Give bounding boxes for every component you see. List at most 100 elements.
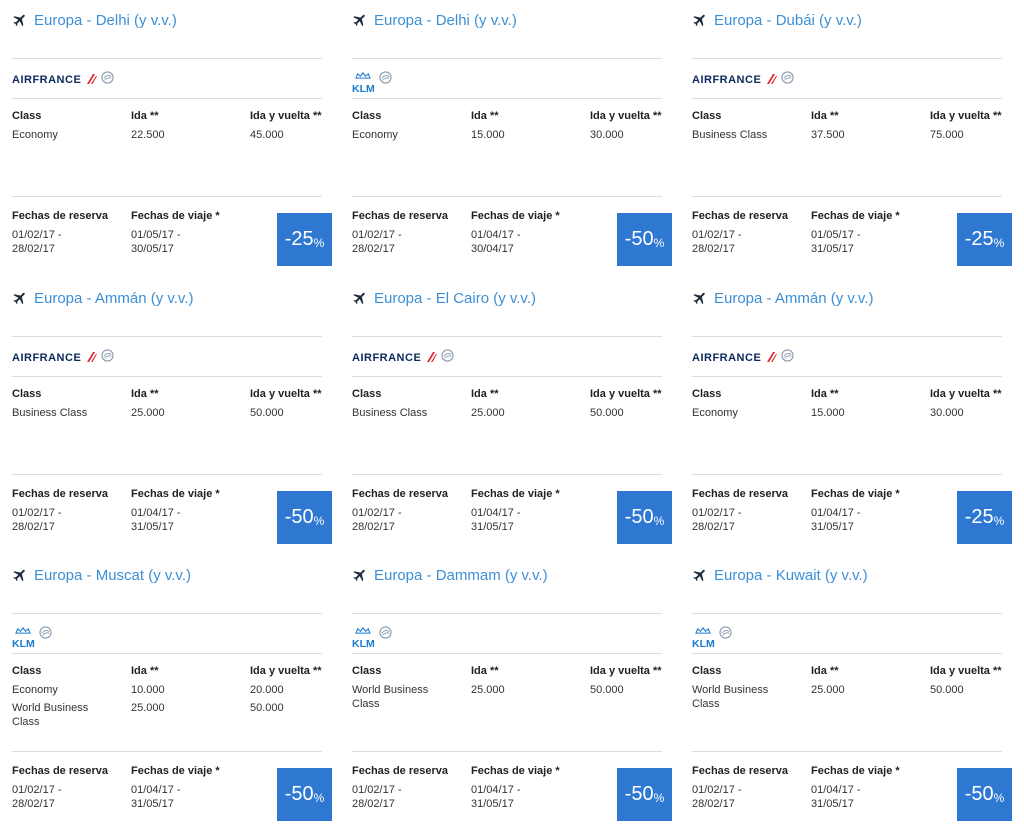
cell-ida-vuelta: 75.000 bbox=[930, 129, 964, 141]
divider bbox=[12, 474, 322, 475]
travel-date: 01/04/17 - bbox=[131, 784, 181, 796]
discount-value: -50 bbox=[284, 783, 314, 805]
travel-dates: Fechas de viaje * 01/04/17 - 31/05/17 bbox=[131, 765, 241, 811]
divider bbox=[12, 98, 322, 99]
offers-grid: Europa - Delhi (y v.v.) AIRFRANCE Class Ida… bbox=[0, 0, 1024, 830]
route-title[interactable]: Europa - Ammán (y v.v.) bbox=[714, 290, 874, 307]
divider bbox=[352, 653, 662, 654]
travel-dates-label: Fechas de viaje * bbox=[131, 210, 220, 222]
route-title[interactable]: Europa - Muscat (y v.v.) bbox=[34, 567, 191, 584]
airplane-icon bbox=[352, 12, 368, 28]
airline-name: KLM bbox=[12, 638, 35, 650]
klm-crown-icon bbox=[354, 66, 372, 84]
fare-table-header: Class Ida ** Ida y vuelta ** bbox=[680, 110, 1002, 128]
offer-card: Europa - Dubái (y v.v.) AIRFRANCE Class Ida… bbox=[680, 0, 1012, 277]
column-header-class: Class bbox=[352, 110, 382, 122]
cell-class: Economy bbox=[352, 129, 398, 141]
airfrance-stripes-icon bbox=[83, 71, 98, 89]
booking-date: 01/02/17 - bbox=[12, 229, 62, 241]
airplane-icon bbox=[352, 567, 368, 583]
route-header[interactable]: Europa - Delhi (y v.v.) bbox=[340, 0, 517, 40]
airline-logo: AIRFRANCE bbox=[692, 68, 794, 92]
route-title[interactable]: Europa - Ammán (y v.v.) bbox=[34, 290, 194, 307]
route-header[interactable]: Europa - Ammán (y v.v.) bbox=[0, 278, 194, 318]
booking-dates: Fechas de reserva 01/02/17 - 28/02/17 bbox=[692, 765, 802, 811]
route-title[interactable]: Europa - Dammam (y v.v.) bbox=[374, 567, 548, 584]
route-header[interactable]: Europa - Dammam (y v.v.) bbox=[340, 555, 548, 595]
booking-date: 01/02/17 - bbox=[352, 507, 402, 519]
discount-badge: -50% bbox=[617, 768, 672, 821]
discount-badge: -50% bbox=[277, 768, 332, 821]
divider bbox=[352, 58, 662, 59]
booking-dates: Fechas de reserva 01/02/17 - 28/02/17 bbox=[692, 210, 802, 256]
cell-ida-vuelta: 30.000 bbox=[930, 407, 964, 419]
skyteam-icon bbox=[101, 71, 114, 89]
booking-date: 28/02/17 bbox=[352, 243, 395, 255]
route-title[interactable]: Europa - Kuwait (y v.v.) bbox=[714, 567, 868, 584]
divider bbox=[12, 196, 322, 197]
discount-percent: % bbox=[993, 513, 1005, 528]
divider bbox=[692, 613, 1002, 614]
klm-logo: KLM bbox=[12, 621, 35, 649]
skyteam-icon bbox=[781, 349, 794, 367]
column-header-class: Class bbox=[352, 665, 382, 677]
column-header-class: Class bbox=[12, 388, 42, 400]
discount-value: -50 bbox=[284, 506, 314, 528]
travel-dates: Fechas de viaje * 01/05/17 - 30/05/17 bbox=[131, 210, 241, 256]
route-header[interactable]: Europa - Ammán (y v.v.) bbox=[680, 278, 874, 318]
offer-card: Europa - Ammán (y v.v.) AIRFRANCE Class Ida… bbox=[0, 278, 332, 555]
route-title[interactable]: Europa - Delhi (y v.v.) bbox=[34, 12, 177, 29]
route-header[interactable]: Europa - El Cairo (y v.v.) bbox=[340, 278, 536, 318]
divider bbox=[692, 98, 1002, 99]
airfrance-stripes-icon bbox=[83, 349, 98, 367]
travel-date: 01/04/17 - bbox=[811, 784, 861, 796]
cell-class: World Business Class bbox=[692, 684, 769, 710]
route-header[interactable]: Europa - Dubái (y v.v.) bbox=[680, 0, 862, 40]
booking-dates-label: Fechas de reserva bbox=[692, 488, 789, 500]
travel-dates: Fechas de viaje * 01/04/17 - 31/05/17 bbox=[811, 765, 921, 811]
discount-percent: % bbox=[993, 235, 1005, 250]
divider bbox=[12, 376, 322, 377]
route-title[interactable]: Europa - Dubái (y v.v.) bbox=[714, 12, 862, 29]
travel-date: 01/04/17 - bbox=[471, 229, 521, 241]
airline-name: AIRFRANCE bbox=[352, 352, 422, 364]
divider bbox=[352, 336, 662, 337]
cell-ida-vuelta: 50.000 bbox=[590, 684, 624, 696]
skyteam-icon bbox=[379, 626, 392, 644]
travel-dates-label: Fechas de viaje * bbox=[471, 765, 560, 777]
cell-class: World Business Class bbox=[352, 684, 429, 710]
column-header-class: Class bbox=[692, 110, 722, 122]
airplane-icon bbox=[12, 12, 28, 28]
route-title[interactable]: Europa - El Cairo (y v.v.) bbox=[374, 290, 536, 307]
column-header-ida-vuelta: Ida y vuelta ** bbox=[250, 665, 322, 677]
divider bbox=[692, 751, 1002, 752]
offer-card: Europa - Delhi (y v.v.) AIRFRANCE Class Ida… bbox=[0, 0, 332, 277]
column-header-ida-vuelta: Ida y vuelta ** bbox=[250, 110, 322, 122]
travel-dates: Fechas de viaje * 01/04/17 - 31/05/17 bbox=[131, 488, 241, 534]
booking-date: 28/02/17 bbox=[692, 798, 735, 810]
route-header[interactable]: Europa - Kuwait (y v.v.) bbox=[680, 555, 868, 595]
column-header-class: Class bbox=[12, 110, 42, 122]
booking-date: 01/02/17 - bbox=[692, 229, 742, 241]
fare-table-header: Class Ida ** Ida y vuelta ** bbox=[0, 110, 322, 128]
cell-ida: 15.000 bbox=[471, 129, 505, 141]
discount-percent: % bbox=[993, 790, 1005, 805]
route-title[interactable]: Europa - Delhi (y v.v.) bbox=[374, 12, 517, 29]
cell-ida-vuelta: 30.000 bbox=[590, 129, 624, 141]
booking-dates-label: Fechas de reserva bbox=[12, 765, 109, 777]
cell-class: Economy bbox=[12, 684, 58, 696]
booking-date: 28/02/17 bbox=[12, 521, 55, 533]
cell-ida: 25.000 bbox=[131, 702, 165, 714]
route-header[interactable]: Europa - Muscat (y v.v.) bbox=[0, 555, 191, 595]
discount-value: -25 bbox=[284, 228, 314, 250]
booking-date: 01/02/17 - bbox=[692, 507, 742, 519]
booking-dates-label: Fechas de reserva bbox=[692, 210, 789, 222]
fare-table-header: Class Ida ** Ida y vuelta ** bbox=[0, 665, 322, 683]
airline-name: AIRFRANCE bbox=[12, 74, 82, 86]
fare-table-header: Class Ida ** Ida y vuelta ** bbox=[340, 388, 662, 406]
route-header[interactable]: Europa - Delhi (y v.v.) bbox=[0, 0, 177, 40]
divider bbox=[12, 336, 322, 337]
travel-date: 01/04/17 - bbox=[471, 507, 521, 519]
discount-badge: -25% bbox=[277, 213, 332, 266]
booking-dates: Fechas de reserva 01/02/17 - 28/02/17 bbox=[352, 488, 462, 534]
